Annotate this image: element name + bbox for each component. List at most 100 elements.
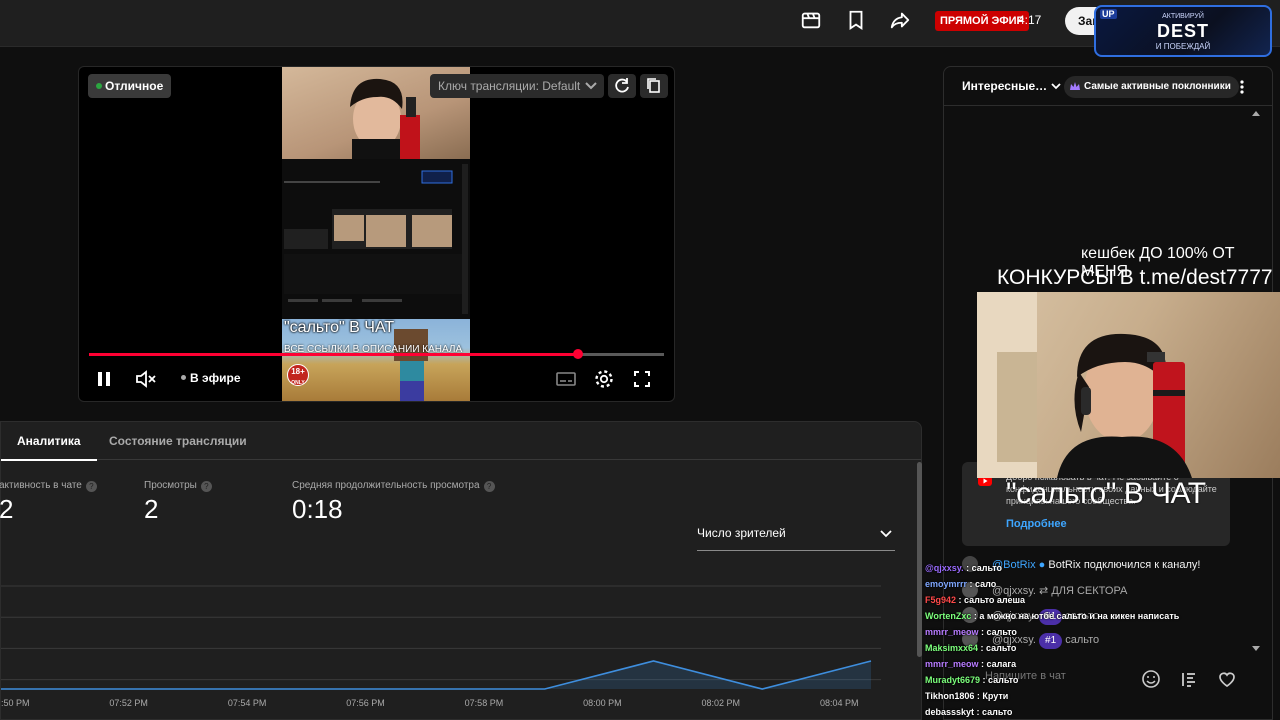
help-icon[interactable]: ? — [85, 481, 97, 492]
chart-metric-label: Число зрителей — [697, 526, 786, 540]
overlay-chat-text: : а можно на ютбе сальто и на кикен напи… — [971, 611, 1180, 621]
ad-bottom-text: И ПОБЕЖДАЙ — [1155, 42, 1211, 51]
more-vert-icon[interactable] — [1234, 78, 1250, 96]
stream-key-select[interactable]: Ключ трансляции: Default — [430, 74, 604, 98]
fan-rank-badge: #1 — [1039, 633, 1063, 649]
scrollbar[interactable] — [917, 462, 922, 657]
metric-label-avg-duration: Средняя продолжительность просмотра? — [292, 480, 495, 492]
overlay-chat-message: emoymrrr : сало — [925, 579, 996, 589]
tab-stream-health[interactable]: Состояние трансляции — [109, 434, 247, 448]
chart-tick-label: 08:04 PM — [820, 698, 859, 708]
chat-mode-label: Интересные… — [962, 79, 1048, 93]
overlay-chat-message: mmrr_meow : сальто — [925, 627, 1017, 637]
metric-value-chat: 2 — [0, 494, 14, 524]
age-badge-sub: ONLY — [291, 380, 305, 386]
chat-mode-select[interactable]: Интересные… — [962, 79, 1062, 93]
video-frame: "сальто" В ЧАТ ВСЕ ССЫЛКИ В ОПИСАНИИ КАН… — [282, 67, 470, 401]
live-badge: ПРЯМОЙ ЭФИР — [935, 11, 1029, 31]
progress-bar[interactable] — [89, 349, 664, 359]
overlay-chat-user: mmrr_meow — [925, 659, 979, 669]
verified-icon: ● — [1038, 559, 1046, 571]
share-icon[interactable] — [889, 9, 913, 33]
age-restriction-badge: 18+ ONLY — [287, 364, 309, 386]
tabs-divider — [1, 459, 921, 460]
live-dot — [181, 375, 186, 380]
ad-top-text: АКТИВИРУЙ — [1162, 13, 1204, 20]
stream-key-label: Ключ трансляции: Default — [438, 79, 581, 93]
overlay-chat-user: mmrr_meow — [925, 627, 979, 637]
emoji-icon[interactable] — [1140, 668, 1162, 690]
poll-icon[interactable] — [1178, 668, 1200, 690]
subtitles-icon[interactable] — [554, 367, 578, 391]
top-fans-label: Самые активные поклонники — [1084, 81, 1231, 92]
chart-tick-label: 07:50 PM — [1, 698, 30, 708]
chart-tick-label: 07:56 PM — [346, 698, 385, 708]
chevron-down-icon — [1051, 83, 1062, 90]
metric-views-label: Просмотры — [144, 480, 197, 491]
chart-metric-select[interactable]: Число зрителей — [697, 526, 895, 551]
overlay-chat-text: : сальто — [978, 643, 1017, 653]
overlay-chat-text: : Крути — [974, 691, 1009, 701]
scroll-down-icon[interactable] — [1251, 645, 1261, 653]
overlay-salto-text: "сальто" В ЧАТ — [1006, 477, 1206, 510]
overlay-chat-message: debassskyt : сальто — [925, 707, 1012, 717]
metric-value-views: 2 — [144, 494, 159, 524]
clapperboard-icon[interactable] — [800, 9, 824, 33]
ad-banner[interactable]: UP АКТИВИРУЙ DEST И ПОБЕЖДАЙ — [1094, 5, 1272, 57]
overlay-chat-user: @qjxxsy. — [925, 563, 964, 573]
metric-label-views: Просмотры? — [144, 480, 212, 492]
pause-button[interactable] — [92, 367, 116, 391]
top-fans-chip[interactable]: Самые активные поклонники — [1064, 76, 1239, 98]
quality-label: Отличное — [105, 79, 164, 93]
scroll-up-icon[interactable] — [1251, 109, 1261, 117]
tab-analytics[interactable]: Аналитика — [17, 434, 81, 448]
age-badge-label: 18+ — [291, 367, 305, 376]
chat-text: сальто — [1065, 634, 1100, 646]
analytics-panel: Аналитика Состояние трансляции активност… — [0, 421, 922, 720]
settings-gear-icon[interactable] — [592, 367, 616, 391]
overlay-chat-user: debassskyt — [925, 707, 975, 717]
metric-value-avg-duration: 0:18 — [292, 494, 343, 524]
overlay-chat-text: : сальто — [974, 707, 1013, 717]
chart-tick-label: 08:02 PM — [702, 698, 741, 708]
chart-tick-label: 07:52 PM — [109, 698, 148, 708]
video-player[interactable]: "сальто" В ЧАТ ВСЕ ССЫЛКИ В ОПИСАНИИ КАН… — [78, 66, 675, 402]
copy-button[interactable] — [640, 74, 668, 98]
heart-icon[interactable] — [1216, 668, 1238, 690]
help-icon[interactable]: ? — [200, 481, 212, 492]
live-indicator[interactable]: В эфире — [181, 371, 241, 385]
overlay-chat-message: Maksimxx64 : сальто — [925, 643, 1016, 653]
metric-chat-label: активность в чате — [0, 480, 82, 491]
help-icon[interactable]: ? — [483, 481, 495, 492]
viewers-chart: 07:50 PM 07:52 PM 07:54 PM 07:56 PM 07:58 PM… — [1, 585, 881, 708]
mute-icon[interactable] — [133, 367, 157, 391]
overlay-chat-text: : сальто — [978, 627, 1017, 637]
refresh-button[interactable] — [608, 74, 636, 98]
screen-capture — [282, 159, 470, 319]
overlay-chat-message: F5g942 : сальто алеша — [925, 595, 1025, 605]
overlay-chat-message: WortenZxc : а можно на ютбе сальто и на … — [925, 611, 1179, 621]
overlay-chat-user: WortenZxc — [925, 611, 972, 621]
tab-active-underline — [1, 459, 97, 461]
bookmark-icon[interactable] — [845, 9, 869, 33]
live-duration: 4:17 — [1018, 13, 1042, 27]
live-label: В эфире — [190, 371, 241, 385]
overlay-chat-message: Muradyt6679 : сальто — [925, 675, 1018, 685]
stream-quality-badge: Отличное — [88, 74, 172, 98]
crown-icon — [1070, 82, 1080, 90]
overlay-chat-text: : салага — [978, 659, 1017, 669]
chat-text: ДЛЯ СЕКТОРА — [1051, 585, 1128, 597]
chart-tick-label: 07:54 PM — [228, 698, 267, 708]
overlay-chat-message: Tikhon1806 : Крути — [925, 691, 1008, 701]
metric-label-chat: активность в чате? — [0, 480, 97, 492]
fullscreen-icon[interactable] — [630, 367, 654, 391]
video-caption: "сальто" В ЧАТ — [284, 319, 395, 336]
chart-area — [1, 661, 871, 689]
ad-brand: DEST — [1156, 21, 1209, 41]
overlay-contests-text: КОНКУРСЫ В t.me/dest7777 — [997, 266, 1273, 289]
learn-more-link[interactable]: Подробнее — [1006, 518, 1067, 530]
chevron-down-icon — [879, 523, 893, 543]
progress-handle[interactable] — [572, 349, 583, 359]
overlay-chat-user: Tikhon1806 — [925, 691, 975, 701]
panel-divider — [944, 105, 1272, 106]
